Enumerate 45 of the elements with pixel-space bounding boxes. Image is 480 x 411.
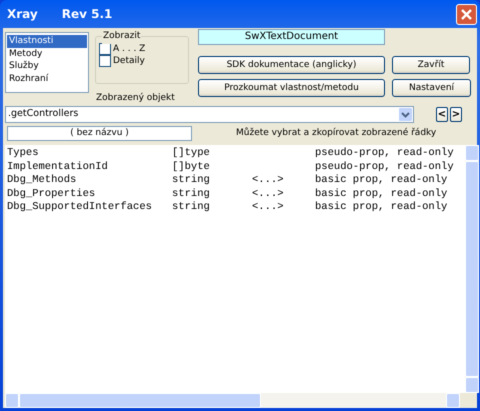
hint-text: Můžete vybrat a zkopírovat zobrazené řádky xyxy=(236,126,436,140)
view-list-item[interactable]: Metody xyxy=(7,48,87,60)
back-button[interactable]: < xyxy=(436,107,448,122)
checkbox-label: A . . . Z xyxy=(113,43,146,55)
property-type: []type xyxy=(172,147,211,160)
checkbox[interactable] xyxy=(99,43,111,55)
property-type: []byte xyxy=(172,160,211,174)
close-button[interactable]: Zavřít xyxy=(392,56,470,74)
object-combobox[interactable]: .getControllers xyxy=(5,106,414,123)
close-icon[interactable] xyxy=(456,4,477,24)
object-type-field: SwXTextDocument xyxy=(198,29,385,45)
sdk-docs-button[interactable]: SDK dokumentace (anglicky) xyxy=(198,56,385,74)
property-name: Dbg_Properties xyxy=(7,188,96,201)
property-info: pseudo-prop, read-only xyxy=(315,160,455,174)
property-info: basic prop, read-only xyxy=(315,188,448,201)
property-name: Dbg_SupportedInterfaces xyxy=(7,201,153,214)
property-value: <...> xyxy=(252,174,285,188)
dropdown-icon xyxy=(398,107,413,122)
property-value: <...> xyxy=(252,188,285,201)
property-info: pseudo-prop, read-only xyxy=(315,147,455,160)
view-list-item[interactable]: Služby xyxy=(7,60,87,72)
name-field: ( bez názvu ) xyxy=(7,126,192,141)
text-area[interactable] xyxy=(5,145,465,393)
vertical-scrollbar[interactable] xyxy=(465,145,479,393)
checkbox[interactable] xyxy=(99,55,111,67)
property-name: Dbg_Methods xyxy=(7,174,78,188)
forward-button[interactable]: > xyxy=(450,107,462,122)
view-list-item[interactable]: Rozhraní xyxy=(7,72,87,85)
property-name: ImplementationId xyxy=(7,160,109,174)
property-name: Types xyxy=(7,147,40,160)
property-info: basic prop, read-only xyxy=(315,174,448,188)
settings-button[interactable]: Nastavení xyxy=(392,79,471,97)
group-title: Zobrazit xyxy=(102,30,142,44)
property-info: basic prop, read-only xyxy=(315,201,448,214)
checkbox-label: Detaily xyxy=(113,55,145,67)
window-title: Xray xyxy=(7,6,38,23)
property-type: string xyxy=(172,188,211,201)
inspect-button[interactable]: Prozkoumat vlastnost/metodu xyxy=(198,79,385,97)
window-version: Rev 5.1 xyxy=(62,6,112,23)
displayed-object-label: Zobrazený objekt xyxy=(96,93,175,104)
property-type: string xyxy=(172,174,211,188)
property-value: <...> xyxy=(252,201,285,214)
horizontal-scrollbar[interactable] xyxy=(5,393,460,408)
property-type: string xyxy=(172,201,211,214)
view-list-item[interactable]: Vlastnosti xyxy=(7,35,87,48)
